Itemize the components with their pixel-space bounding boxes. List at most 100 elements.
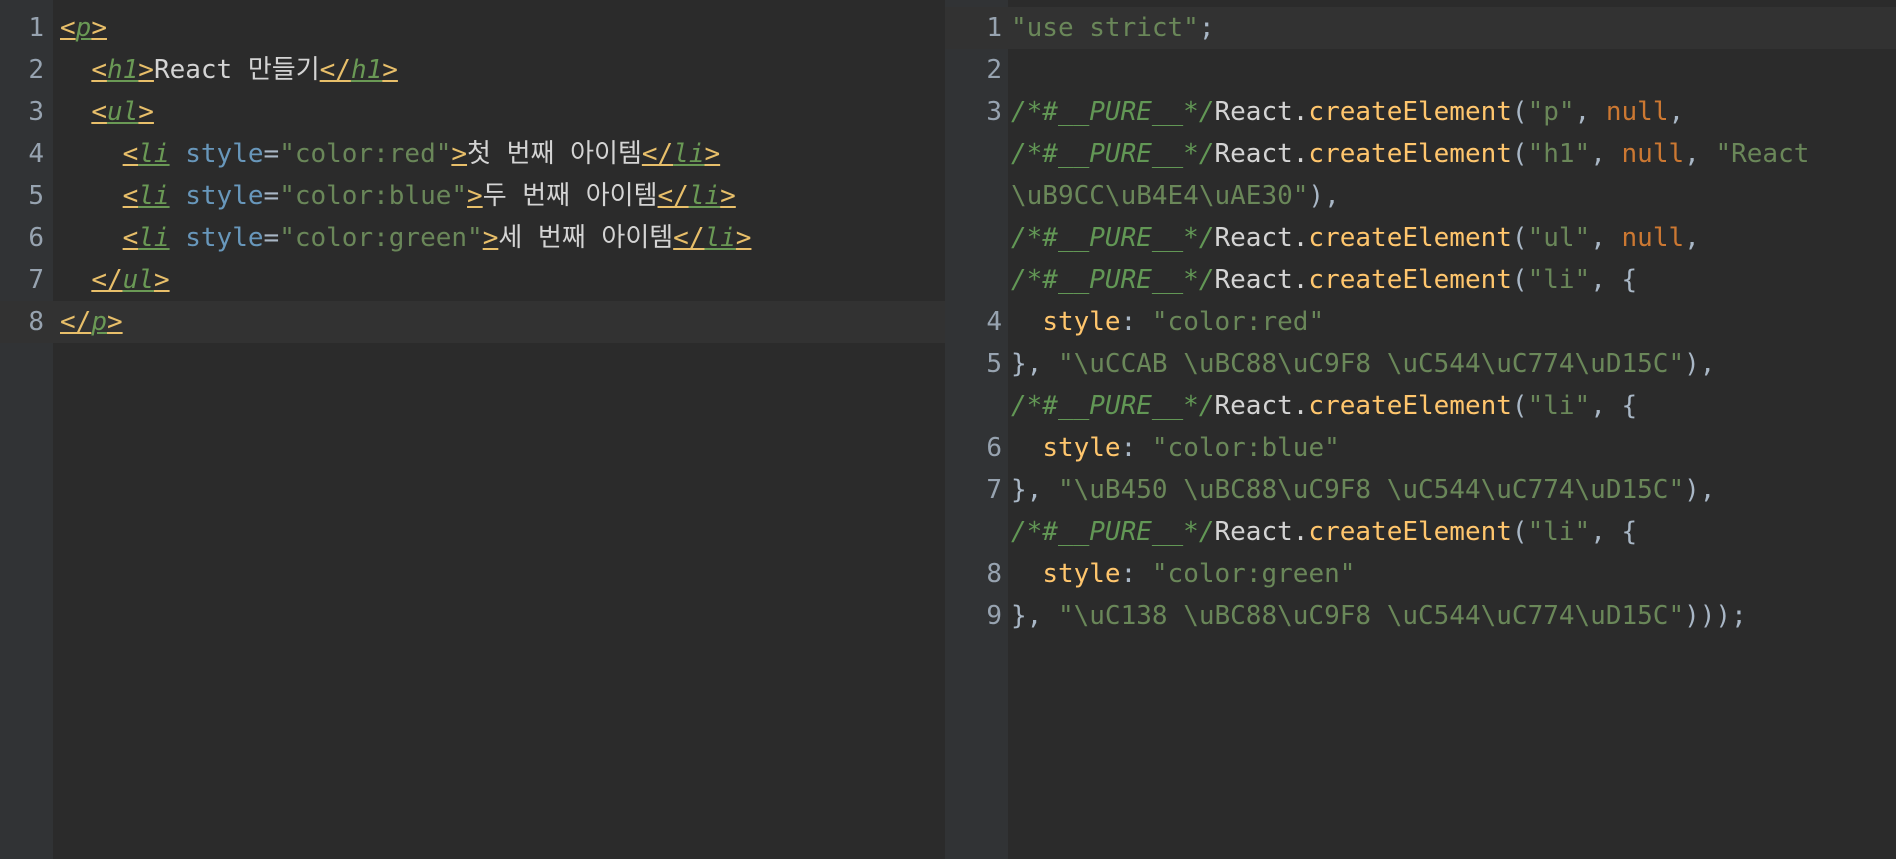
token-punct: ( bbox=[1511, 391, 1528, 421]
token-punct: ( bbox=[1511, 517, 1528, 547]
token-tagname: li bbox=[138, 181, 170, 211]
code-text: /*#__PURE__*/React.createElement("h1", n… bbox=[1011, 133, 1809, 175]
code-line[interactable]: 3 <ul> bbox=[0, 91, 945, 133]
token-str: "p" bbox=[1527, 97, 1575, 127]
token-str: "\uC138 \uBC88\uC9F8 \uC544\uC774\uD15C" bbox=[1057, 601, 1685, 631]
token-tag: < bbox=[122, 181, 139, 211]
token-str: "\uB450 \uBC88\uC9F8 \uC544\uC774\uD15C" bbox=[1057, 475, 1685, 505]
line-number: 8 bbox=[986, 559, 1002, 589]
code-line[interactable]: 8 style: "color:green" bbox=[945, 553, 1896, 595]
code-line[interactable]: \uB9CC\uB4E4\uAE30"), bbox=[945, 175, 1896, 217]
token-tagname: p bbox=[75, 13, 92, 43]
token-str: "use strict" bbox=[1011, 13, 1199, 43]
code-line[interactable]: /*#__PURE__*/React.createElement("li", { bbox=[945, 511, 1896, 553]
token-str: "color:red" bbox=[1151, 307, 1325, 337]
code-line[interactable]: 9}, "\uC138 \uBC88\uC9F8 \uC544\uC774\uD… bbox=[945, 595, 1896, 637]
token-punct: ))); bbox=[1684, 601, 1747, 631]
token-punct: ( bbox=[1511, 223, 1528, 253]
token-txt: 두 번째 아이템 bbox=[482, 181, 658, 211]
line-number: 9 bbox=[986, 601, 1002, 631]
token-punct: , bbox=[1590, 223, 1622, 253]
code-line[interactable]: 4 <li style="color:red">첫 번째 아이템</li> bbox=[0, 133, 945, 175]
jsx-code-lines[interactable]: 1 <p> 2 <h1>React 만들기</h1> 3 <ul> 4 <li styl… bbox=[0, 7, 945, 343]
token-tag: > bbox=[91, 13, 107, 43]
code-line[interactable]: /*#__PURE__*/React.createElement("li", { bbox=[945, 385, 1896, 427]
code-text: style: "color:blue" bbox=[1011, 427, 1339, 469]
token-tag: > bbox=[451, 139, 468, 169]
split-code-view: 1 <p> 2 <h1>React 만들기</h1> 3 <ul> 4 <li styl… bbox=[0, 0, 1896, 859]
compiled-output-editor[interactable]: 1 "use strict"; 2 3/*#__PURE__*/React.creat… bbox=[945, 0, 1896, 859]
token-punct: ( bbox=[1511, 139, 1528, 169]
code-line[interactable]: /*#__PURE__*/React.createElement("li", { bbox=[945, 259, 1896, 301]
jsx-source-editor[interactable]: 1 <p> 2 <h1>React 만들기</h1> 3 <ul> 4 <li styl… bbox=[0, 0, 945, 859]
token-punct: , bbox=[1684, 139, 1716, 169]
token-str: "li" bbox=[1527, 391, 1591, 421]
token-str: "\uCCAB \uBC88\uC9F8 \uC544\uC774\uD15C" bbox=[1057, 349, 1685, 379]
line-number: 1 bbox=[28, 13, 44, 43]
code-line[interactable]: 1 "use strict"; bbox=[945, 7, 1896, 49]
token-fn: createElement bbox=[1308, 391, 1512, 421]
code-text: }, "\uB450 \uBC88\uC9F8 \uC544\uC774\uD1… bbox=[1011, 469, 1715, 511]
code-line[interactable]: 6 <li style="color:green">세 번째 아이템</li> bbox=[0, 217, 945, 259]
line-number: 5 bbox=[986, 349, 1002, 379]
token-attrval: "color:blue" bbox=[279, 181, 468, 211]
token-ident: React. bbox=[1214, 223, 1309, 253]
token-tag: > bbox=[735, 223, 752, 253]
token-tag: > bbox=[106, 307, 123, 337]
token-punct: ), bbox=[1684, 475, 1716, 505]
code-line[interactable]: 2 <h1>React 만들기</h1> bbox=[0, 49, 945, 91]
token-attr: style bbox=[185, 223, 264, 253]
code-text: <ul> bbox=[60, 91, 154, 133]
code-line[interactable]: 5 <li style="color:blue">두 번째 아이템</li> bbox=[0, 175, 945, 217]
token-str: "React bbox=[1715, 139, 1810, 169]
code-line[interactable]: 6 style: "color:blue" bbox=[945, 427, 1896, 469]
line-number: 6 bbox=[986, 433, 1002, 463]
code-line[interactable]: 2 bbox=[945, 49, 1896, 91]
line-number: 7 bbox=[986, 475, 1002, 505]
token-attrval: "color:green" bbox=[279, 223, 483, 253]
code-line[interactable]: 7 </ul> bbox=[0, 259, 945, 301]
code-text: </p> bbox=[60, 301, 123, 343]
code-line[interactable]: /*#__PURE__*/React.createElement("ul", n… bbox=[945, 217, 1896, 259]
token-tag: > bbox=[704, 139, 721, 169]
token-tag: < bbox=[122, 223, 139, 253]
code-line[interactable]: 4 style: "color:red" bbox=[945, 301, 1896, 343]
token-punct: , bbox=[1684, 223, 1700, 253]
token-tagname: li bbox=[138, 139, 170, 169]
line-number: 3 bbox=[986, 97, 1002, 127]
token-fn: createElement bbox=[1308, 223, 1512, 253]
code-line[interactable]: /*#__PURE__*/React.createElement("h1", n… bbox=[945, 133, 1896, 175]
token-comment: /*#__PURE__*/ bbox=[1011, 97, 1215, 127]
code-line[interactable]: 1 <p> bbox=[0, 7, 945, 49]
line-number: 8 bbox=[28, 307, 44, 337]
token-punct: ( bbox=[1511, 265, 1528, 295]
token-str: "h1" bbox=[1527, 139, 1591, 169]
token-tagname: h1 bbox=[106, 55, 139, 85]
token-punct: , bbox=[1590, 139, 1622, 169]
code-line[interactable]: 8 </p> bbox=[0, 301, 945, 343]
token-comment: /*#__PURE__*/ bbox=[1011, 517, 1215, 547]
token-punct: = bbox=[263, 139, 280, 169]
token-tag: < bbox=[91, 55, 107, 85]
token-tagname: li bbox=[704, 223, 736, 253]
token-tagname: ul bbox=[106, 97, 139, 127]
code-line[interactable]: 3 /*#__PURE__*/React.createElement("p", n… bbox=[945, 91, 1896, 133]
token-punct: ( bbox=[1511, 97, 1528, 127]
token-str: "ul" bbox=[1527, 223, 1591, 253]
token-tag: < bbox=[60, 13, 76, 43]
compiled-code-lines[interactable]: 1 "use strict"; 2 3/*#__PURE__*/React.creat… bbox=[945, 7, 1896, 637]
line-number: 1 bbox=[986, 13, 1002, 43]
code-line[interactable]: 5}, "\uCCAB \uBC88\uC9F8 \uC544\uC774\uD… bbox=[945, 343, 1896, 385]
token-tag: < bbox=[122, 139, 139, 169]
code-line[interactable]: 7 }, "\uB450 \uBC88\uC9F8 \uC544\uC774\uD… bbox=[945, 469, 1896, 511]
token-punct: ), bbox=[1308, 181, 1340, 211]
token-attr: style bbox=[185, 139, 264, 169]
